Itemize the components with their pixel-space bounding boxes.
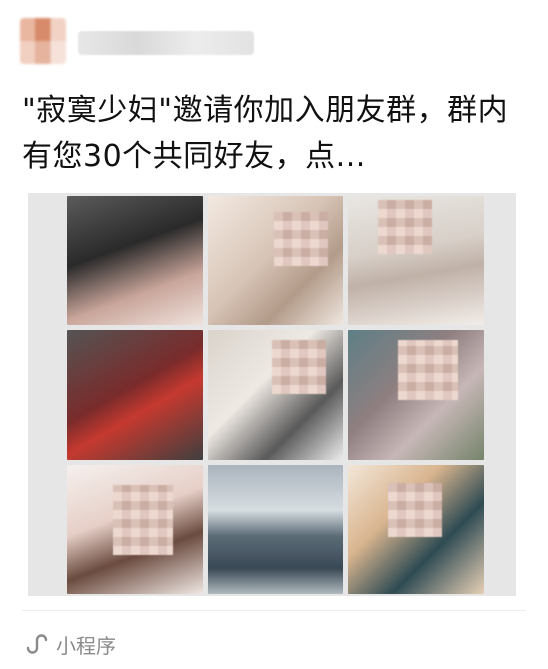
shared-card[interactable]: "寂寞少妇"邀请你加入朋友群，群内有您30个共同好友，点... 小程序 xyxy=(0,0,548,669)
grid-image-3[interactable] xyxy=(348,196,484,326)
blurred-username xyxy=(78,31,254,55)
image-grid xyxy=(67,196,484,594)
avatar[interactable] xyxy=(20,18,66,64)
divider xyxy=(22,610,526,611)
grid-image-5[interactable] xyxy=(207,330,344,460)
grid-image-7[interactable] xyxy=(67,464,203,594)
grid-image-9[interactable] xyxy=(348,464,484,594)
pixelated-face xyxy=(273,212,328,266)
mini-program-icon xyxy=(22,631,48,657)
mini-program-label: 小程序 xyxy=(56,633,116,658)
mini-program-footer[interactable]: 小程序 xyxy=(22,629,116,659)
pixelated-face xyxy=(398,340,459,401)
grid-image-1[interactable] xyxy=(67,196,203,326)
card-header xyxy=(20,18,540,74)
pixelated-face xyxy=(271,340,326,395)
grid-image-8[interactable] xyxy=(207,464,344,594)
post-title[interactable]: "寂寞少妇"邀请你加入朋友群，群内有您30个共同好友，点... xyxy=(22,88,532,180)
grid-image-4[interactable] xyxy=(67,330,203,460)
pixelated-face xyxy=(388,482,443,537)
image-grid-container xyxy=(28,193,516,596)
pixelated-face xyxy=(378,200,433,254)
grid-image-6[interactable] xyxy=(348,330,484,460)
grid-image-2[interactable] xyxy=(207,196,344,326)
pixelated-face xyxy=(113,484,173,555)
